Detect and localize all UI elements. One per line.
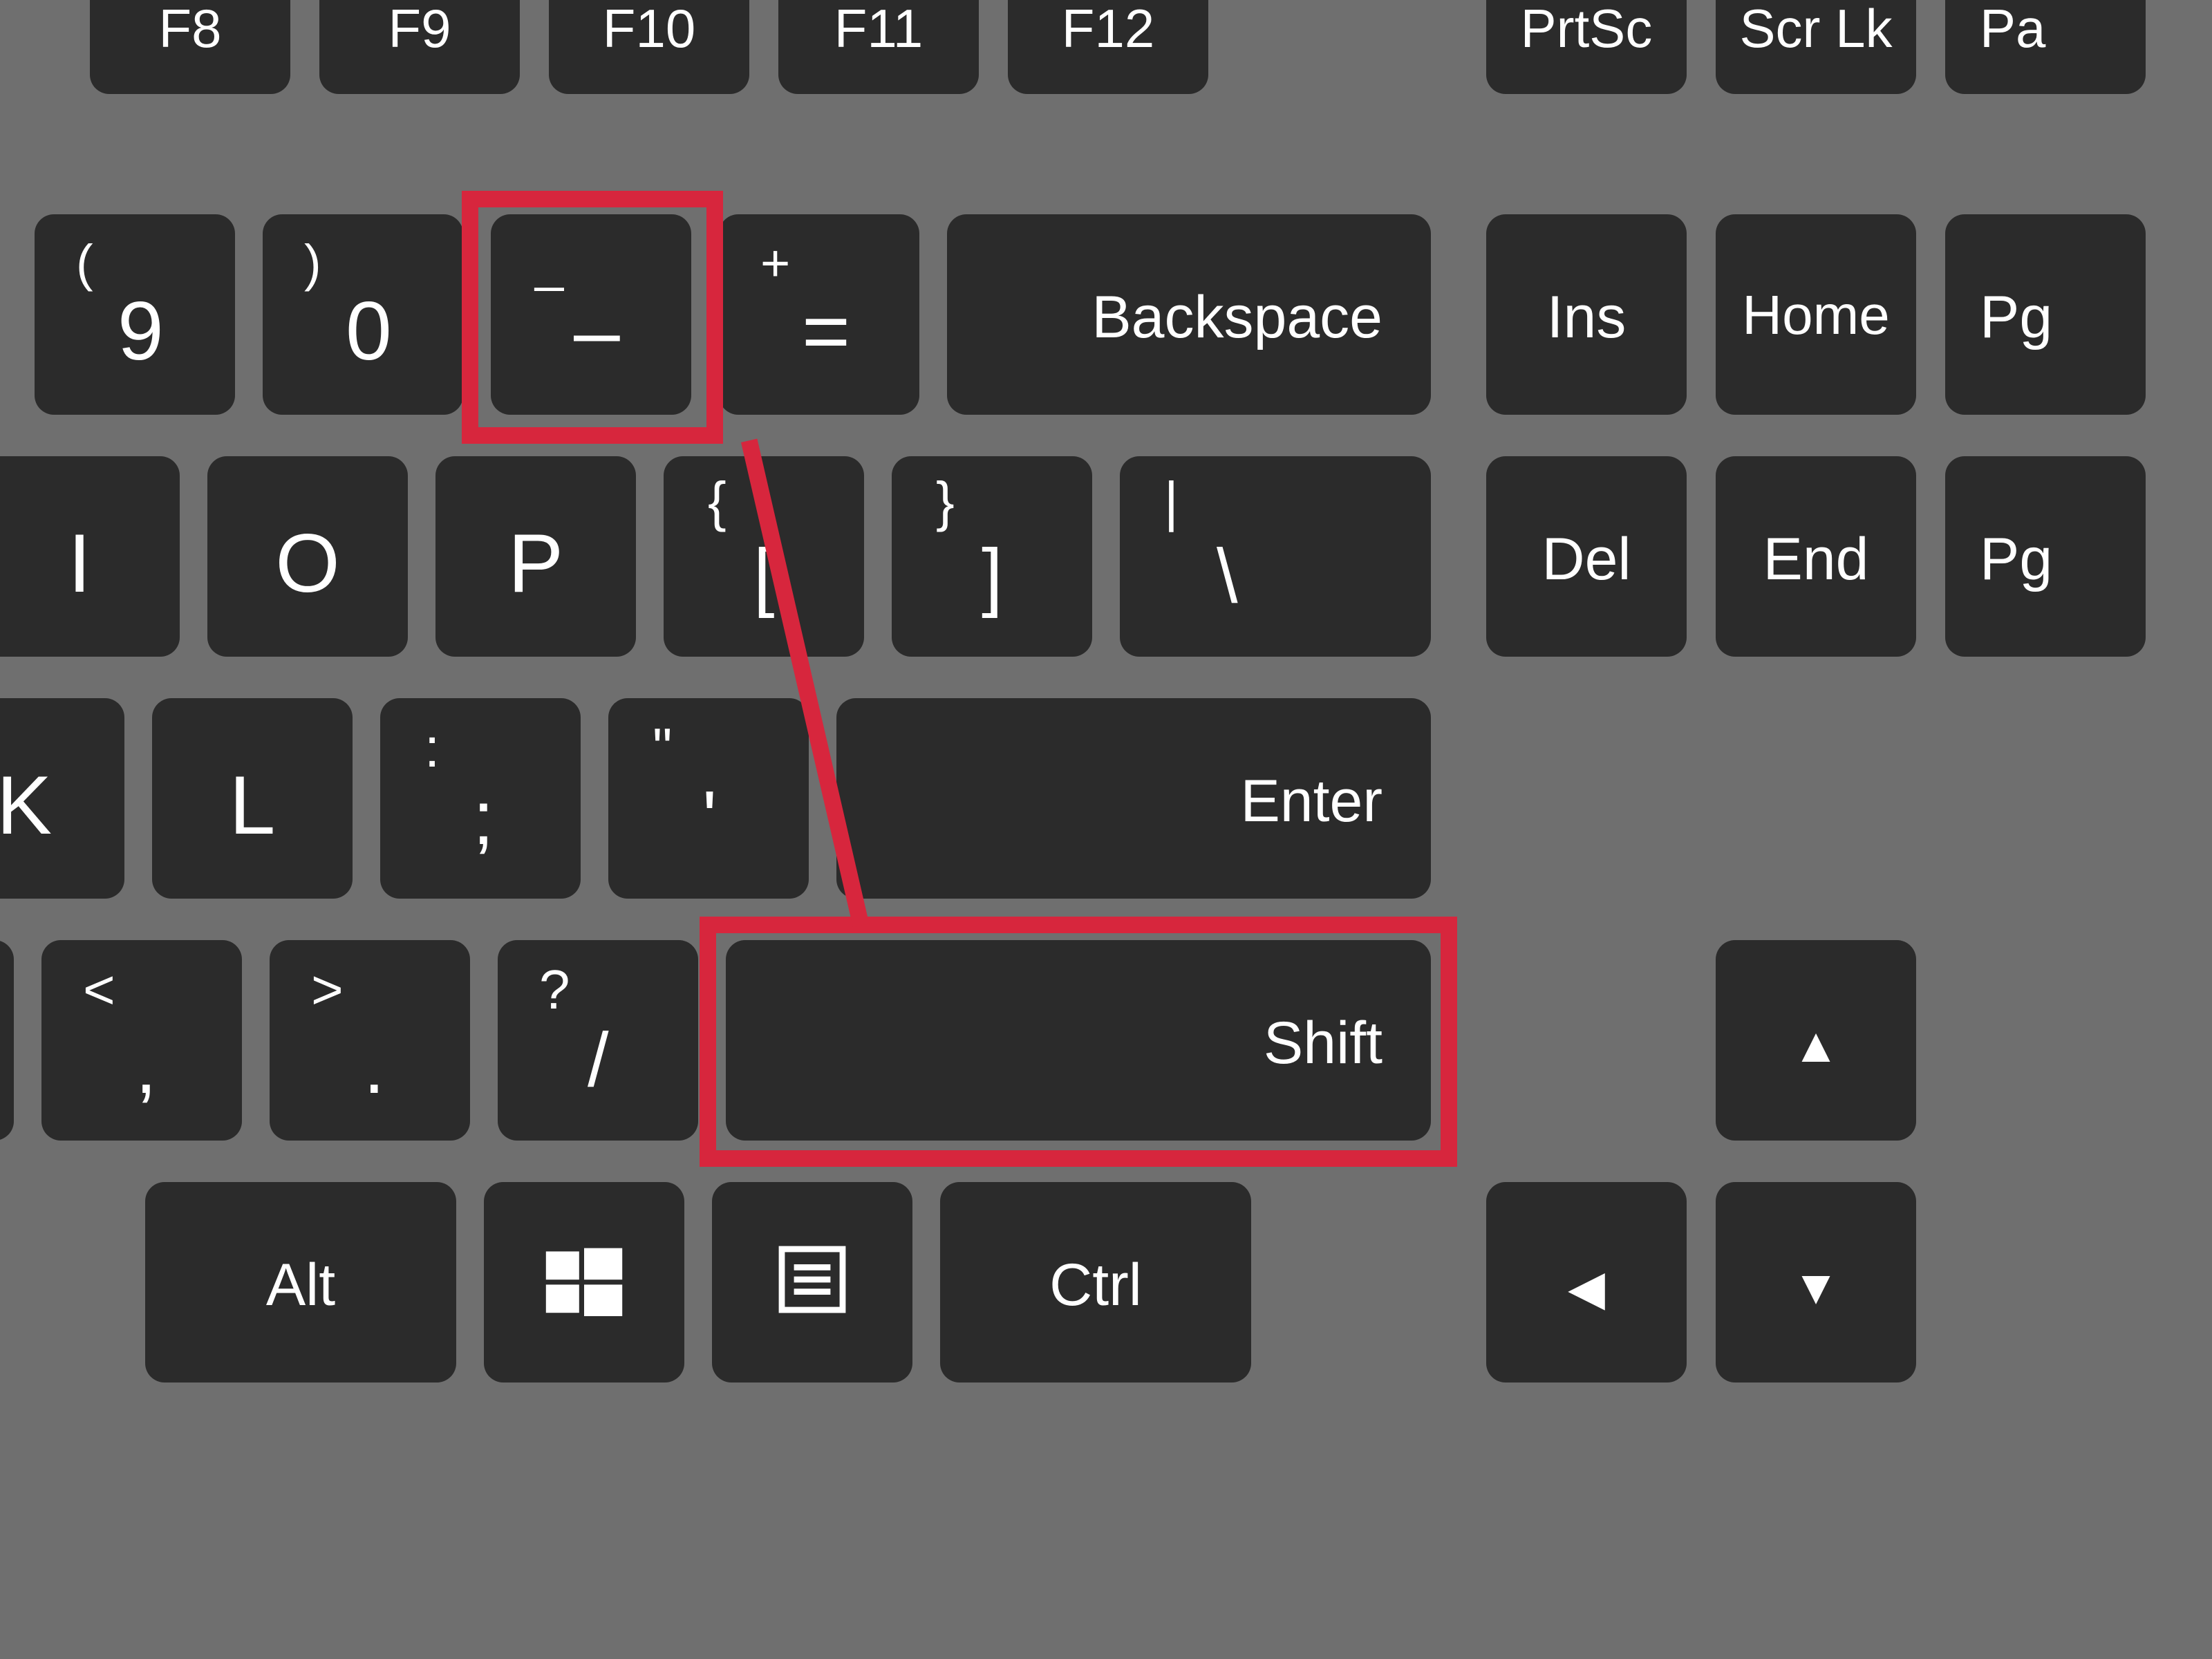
key-bracket-right-label: ] <box>982 532 1003 620</box>
key-ins-label: Ins <box>1486 283 1687 352</box>
key-backslash-label: \ <box>1217 532 1238 620</box>
key-o[interactable]: O <box>207 456 408 657</box>
key-0-shift: ) <box>304 234 321 292</box>
key-prtsc[interactable]: PrtSc <box>1486 0 1687 94</box>
key-m[interactable]: M <box>0 940 14 1141</box>
key-pgup-label: Pg <box>1980 283 2052 352</box>
key-pgup[interactable]: Pg <box>1945 214 2146 415</box>
key-arrow-up[interactable]: ▲ <box>1716 940 1916 1141</box>
key-alt-label: Alt <box>145 1251 456 1320</box>
key-alt-right[interactable]: Alt <box>145 1182 456 1382</box>
key-semicolon-label: ; <box>473 774 494 862</box>
arrow-down-icon: ▼ <box>1716 1259 1916 1315</box>
key-ins[interactable]: Ins <box>1486 214 1687 415</box>
key-9-shift: ( <box>76 234 93 292</box>
key-f8[interactable]: F8 <box>90 0 290 94</box>
key-enter[interactable]: Enter <box>836 698 1431 899</box>
key-p-label: P <box>435 516 636 611</box>
key-k[interactable]: K <box>0 698 124 899</box>
key-equals-shift: + <box>760 234 790 292</box>
key-ctrl-right[interactable]: Ctrl <box>940 1182 1251 1382</box>
key-period-shift: > <box>311 958 344 1022</box>
key-equals-label: = <box>802 283 850 379</box>
key-equals[interactable]: + = <box>719 214 919 415</box>
key-quote[interactable]: " ' <box>608 698 809 899</box>
key-f10-label: F10 <box>549 0 749 60</box>
key-f12[interactable]: F12 <box>1008 0 1208 94</box>
key-end[interactable]: End <box>1716 456 1916 657</box>
key-pause[interactable]: Pa <box>1945 0 2146 94</box>
key-o-label: O <box>207 516 408 611</box>
key-bracket-left-shift: { <box>708 470 727 534</box>
key-0-label: 0 <box>346 283 392 379</box>
keyboard-diagram: F8 F9 F10 F11 F12 PrtSc Scr Lk Pa ( 9 ) … <box>0 0 2212 1659</box>
key-windows[interactable] <box>484 1182 684 1382</box>
key-m-label: M <box>0 1000 14 1095</box>
key-i[interactable]: I <box>0 456 180 657</box>
key-l[interactable]: L <box>152 698 353 899</box>
highlight-minus-key <box>462 191 723 444</box>
key-l-label: L <box>152 758 353 853</box>
key-f9-label: F9 <box>319 0 520 60</box>
key-quote-label: ' <box>702 774 717 862</box>
key-k-label: K <box>0 758 124 853</box>
key-pause-label: Pa <box>1980 0 2045 60</box>
key-scrlk-label: Scr Lk <box>1716 0 1916 60</box>
key-f11-label: F11 <box>778 0 979 60</box>
key-0[interactable]: ) 0 <box>263 214 463 415</box>
key-bracket-right[interactable]: } ] <box>892 456 1092 657</box>
key-slash-label: / <box>588 1016 609 1104</box>
key-slash-shift: ? <box>539 958 570 1022</box>
key-del[interactable]: Del <box>1486 456 1687 657</box>
key-home-label: Home <box>1716 283 1916 347</box>
key-arrow-down[interactable]: ▼ <box>1716 1182 1916 1382</box>
menu-icon <box>712 1241 912 1318</box>
key-f12-label: F12 <box>1008 0 1208 60</box>
key-slash[interactable]: ? / <box>498 940 698 1141</box>
key-backspace-label: Backspace <box>1091 283 1382 352</box>
key-period-label: . <box>364 1023 385 1111</box>
key-quote-shift: " <box>653 716 672 780</box>
key-i-label: I <box>0 516 180 611</box>
key-f8-label: F8 <box>90 0 290 60</box>
key-semicolon[interactable]: : ; <box>380 698 581 899</box>
key-f10[interactable]: F10 <box>549 0 749 94</box>
key-9-label: 9 <box>118 283 164 379</box>
key-end-label: End <box>1716 525 1916 594</box>
highlight-shift-key <box>700 917 1457 1167</box>
key-ctrl-label: Ctrl <box>940 1251 1251 1320</box>
windows-icon <box>484 1241 684 1324</box>
key-comma-shift: < <box>83 958 115 1022</box>
key-period[interactable]: > . <box>270 940 470 1141</box>
key-enter-label: Enter <box>1240 767 1382 836</box>
key-f9[interactable]: F9 <box>319 0 520 94</box>
key-scrlk[interactable]: Scr Lk <box>1716 0 1916 94</box>
key-f11[interactable]: F11 <box>778 0 979 94</box>
key-comma[interactable]: < , <box>41 940 242 1141</box>
key-menu[interactable] <box>712 1182 912 1382</box>
key-del-label: Del <box>1486 525 1687 594</box>
key-home[interactable]: Home <box>1716 214 1916 415</box>
key-pgdn-label: Pg <box>1980 525 2052 594</box>
arrow-up-icon: ▲ <box>1716 1018 1916 1073</box>
key-arrow-left[interactable]: ◀ <box>1486 1182 1687 1382</box>
key-backslash[interactable]: | \ <box>1120 456 1431 657</box>
key-semicolon-shift: : <box>424 716 440 780</box>
arrow-left-icon: ◀ <box>1486 1259 1687 1316</box>
key-backslash-shift: | <box>1164 470 1179 534</box>
key-bracket-right-shift: } <box>936 470 955 534</box>
key-prtsc-label: PrtSc <box>1486 0 1687 60</box>
key-9[interactable]: ( 9 <box>35 214 235 415</box>
key-p[interactable]: P <box>435 456 636 657</box>
key-pgdn[interactable]: Pg <box>1945 456 2146 657</box>
key-backspace[interactable]: Backspace <box>947 214 1431 415</box>
key-comma-label: , <box>135 1023 157 1111</box>
